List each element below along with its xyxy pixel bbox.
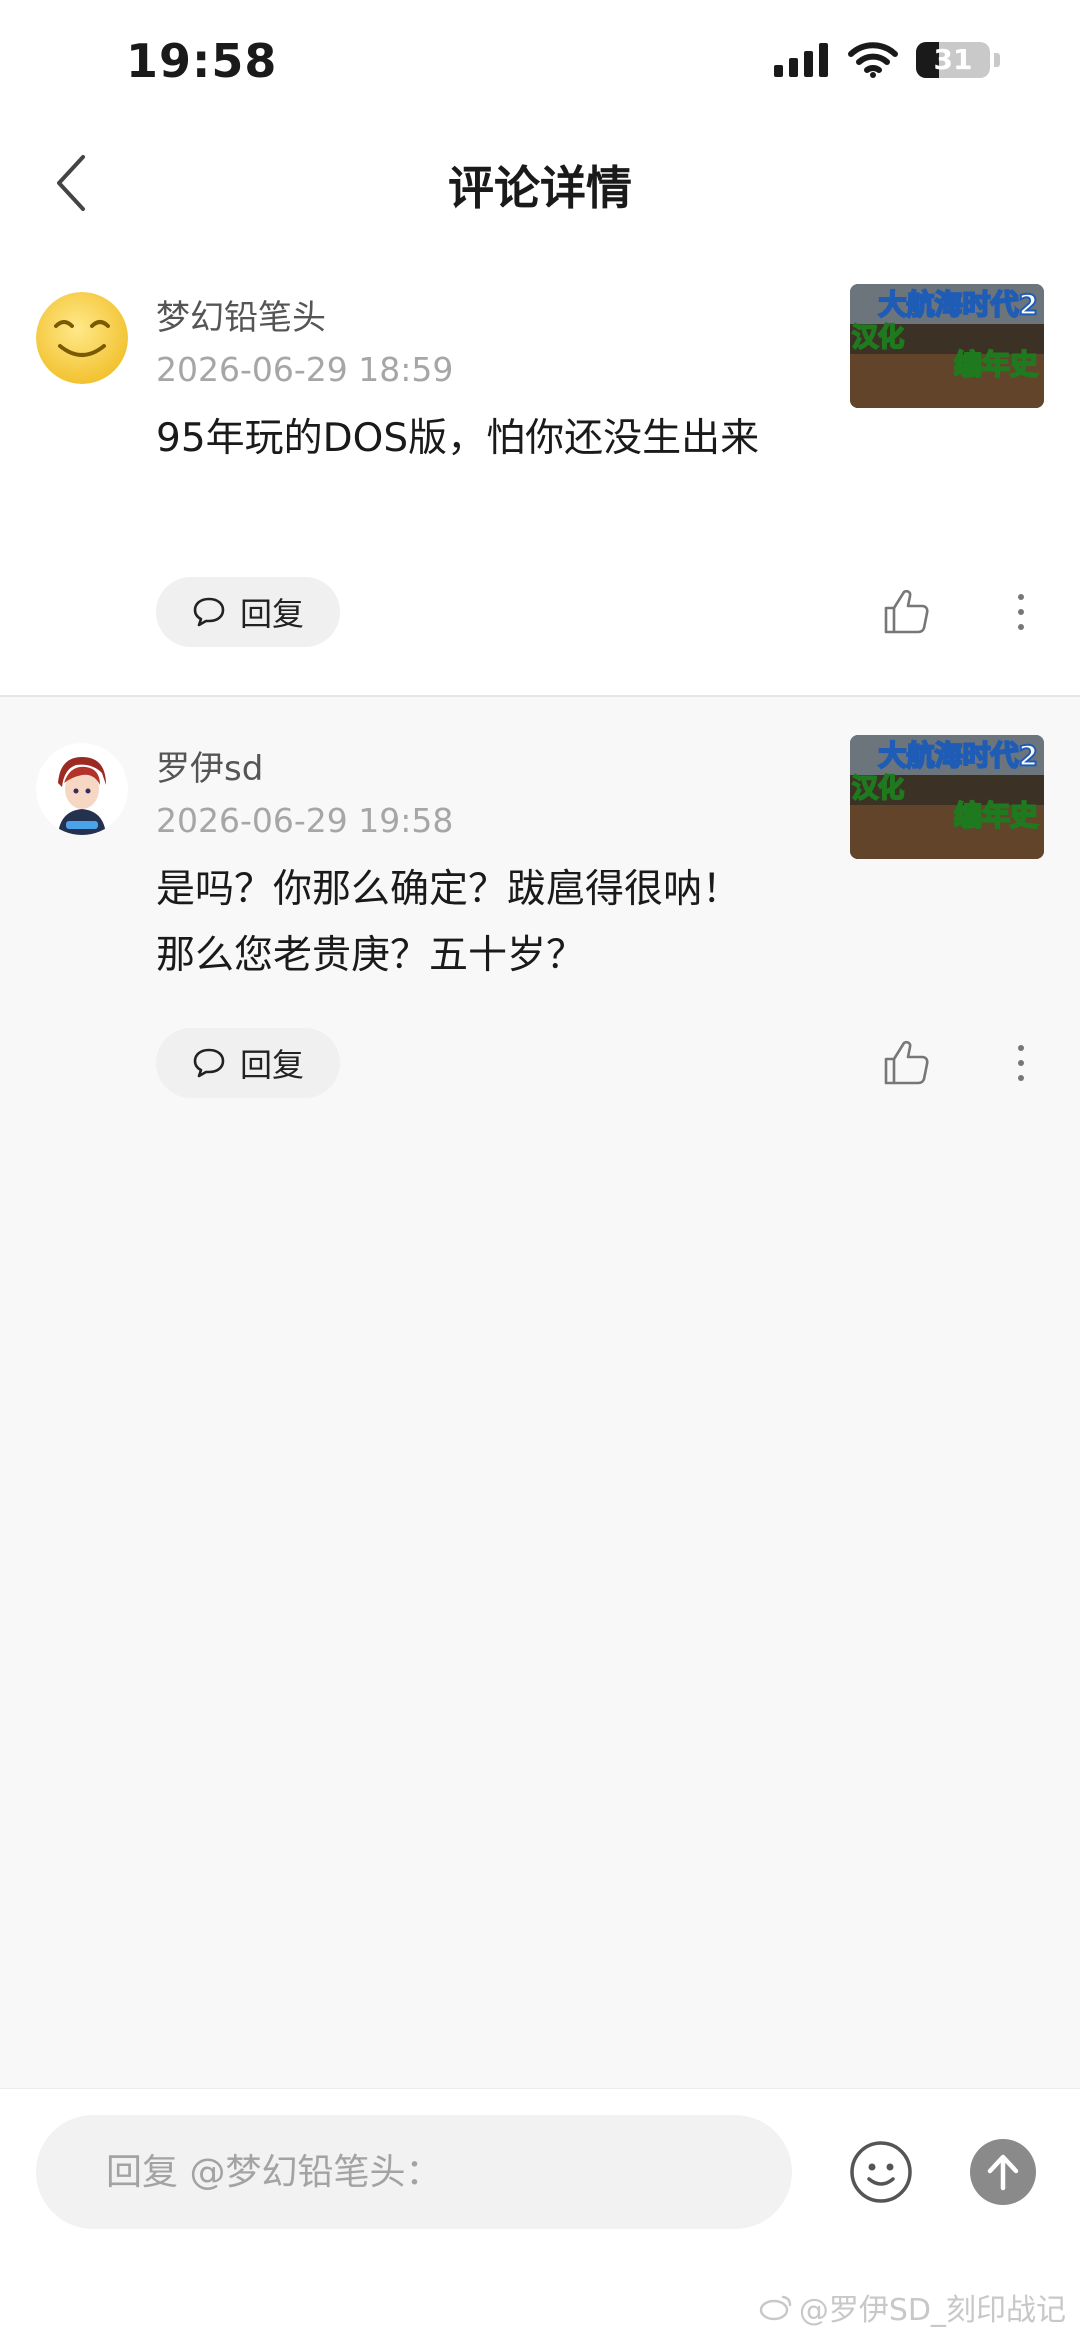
thumbnail-caption-text: 编年史 <box>954 799 1038 832</box>
thumbs-up-icon <box>884 589 929 634</box>
avatar[interactable] <box>36 743 128 835</box>
comment-item: 罗伊sd 2026-06-29 19:58 是吗？你那么确定？跋扈得很呐！那么您… <box>0 697 1080 1127</box>
thumbnail-caption-text: 编年史 <box>954 348 1038 381</box>
battery-tip <box>994 53 1000 67</box>
battery-icon: 31 <box>916 42 990 78</box>
thumbnail-title-text: 大航海时代2 <box>879 288 1038 321</box>
more-dot-icon <box>1018 1060 1024 1066</box>
comment-timestamp: 2026-06-29 18:59 <box>156 350 454 389</box>
more-dot-icon <box>1018 1075 1024 1081</box>
like-button[interactable] <box>880 1037 932 1089</box>
comment-text: 是吗？你那么确定？跋扈得很呐！那么您老贵庚？五十岁？ <box>156 867 742 978</box>
thumbs-up-icon <box>884 1040 929 1085</box>
reply-bar: @罗伊SD_刻印战记 <box>0 2088 1080 2338</box>
watermark: @罗伊SD_刻印战记 <box>759 2285 1066 2329</box>
reply-button[interactable]: 回复 <box>156 577 340 647</box>
status-time: 19:58 <box>126 34 278 88</box>
wifi-icon <box>848 42 898 78</box>
reply-button[interactable]: 回复 <box>156 1028 340 1098</box>
chat-bubble-icon <box>193 1048 225 1078</box>
reply-input[interactable] <box>36 2115 792 2229</box>
emoji-button[interactable] <box>848 2139 914 2205</box>
weibo-icon <box>759 2295 792 2321</box>
comment-text: 95年玩的DOS版，怕你还没生出来 <box>156 416 760 461</box>
more-options-button[interactable] <box>1006 1037 1036 1089</box>
comment-timestamp: 2026-06-29 19:58 <box>156 801 454 840</box>
emoji-icon <box>850 2141 912 2203</box>
more-dot-icon <box>1018 624 1024 630</box>
more-dot-icon <box>1018 609 1024 615</box>
battery-level: 31 <box>933 43 973 76</box>
avatar[interactable] <box>36 292 128 384</box>
reply-button-label: 回复 <box>239 595 304 633</box>
anime-avatar-icon <box>36 743 128 835</box>
thumbnail-subtitle-text: 汉化 <box>852 323 904 353</box>
arrow-up-icon <box>987 2154 1019 2191</box>
video-thumbnail[interactable]: 大航海时代2 汉化 编年史 <box>850 284 1044 408</box>
comment-username[interactable]: 罗伊sd <box>156 741 263 790</box>
video-thumbnail[interactable]: 大航海时代2 汉化 编年史 <box>850 735 1044 859</box>
comment-item: 梦幻铅笔头 2026-06-29 18:59 95年玩的DOS版，怕你还没生出来… <box>0 246 1080 697</box>
nav-bar: 评论详情 <box>0 120 1080 247</box>
chat-bubble-icon <box>193 597 225 627</box>
status-bar: 19:58 31 <box>0 0 1080 120</box>
more-options-button[interactable] <box>1006 586 1036 638</box>
cellular-signal-icon <box>774 43 828 77</box>
like-button[interactable] <box>880 586 932 638</box>
status-icons: 31 <box>774 42 1000 78</box>
thumbnail-title-text: 大航海时代2 <box>879 739 1038 772</box>
send-button[interactable] <box>970 2139 1036 2205</box>
watermark-text: @罗伊SD_刻印战记 <box>798 2293 1066 2328</box>
reply-button-label: 回复 <box>239 1046 304 1084</box>
more-dot-icon <box>1018 594 1024 600</box>
page-title: 评论详情 <box>448 161 632 215</box>
comment-username[interactable]: 梦幻铅笔头 <box>156 290 326 339</box>
smiley-avatar-icon <box>36 292 128 384</box>
more-dot-icon <box>1018 1045 1024 1051</box>
thumbnail-subtitle-text: 汉化 <box>852 774 904 804</box>
